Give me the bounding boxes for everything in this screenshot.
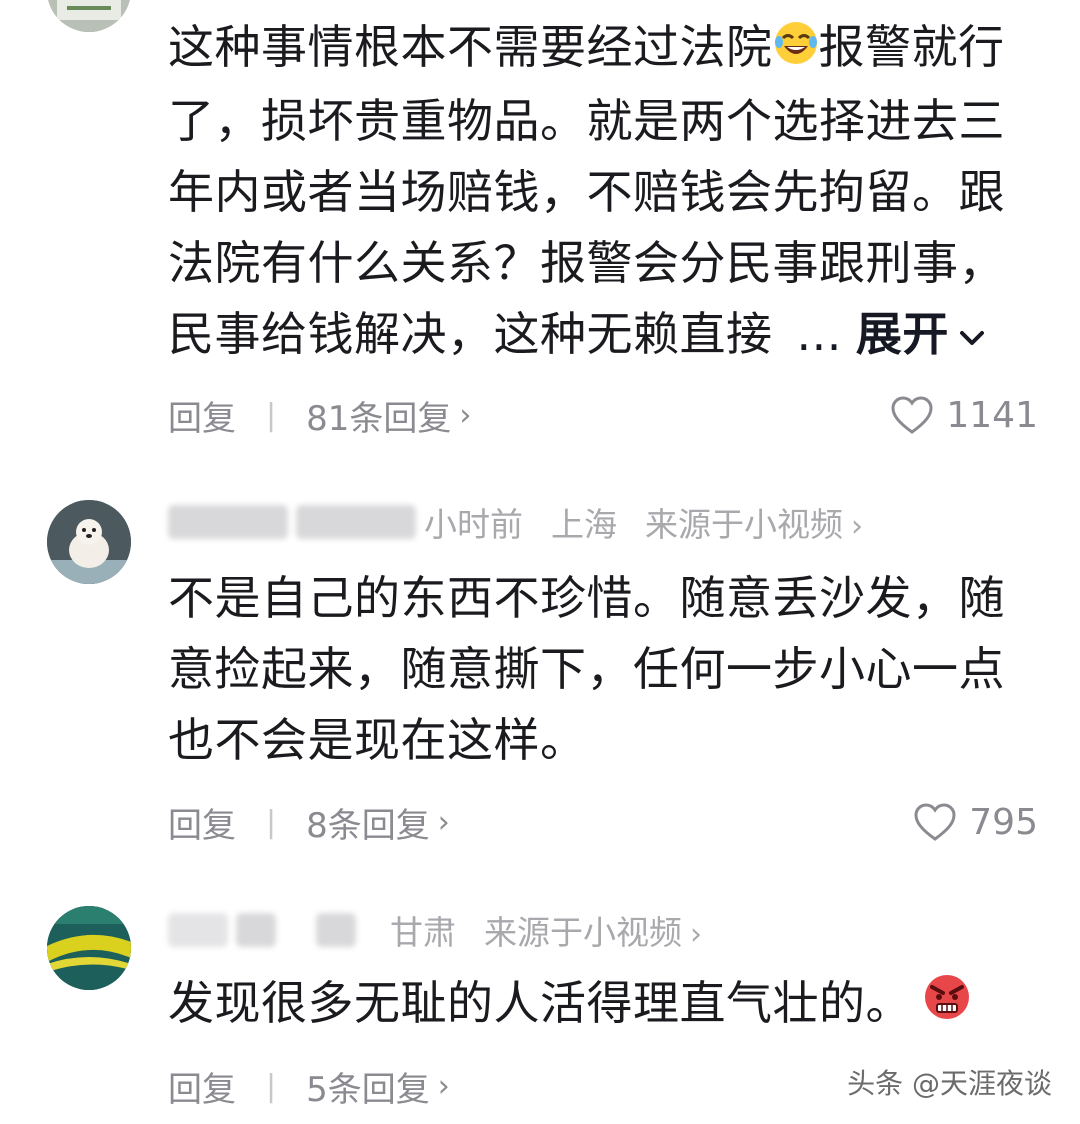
reply-button[interactable]: 回复 <box>168 391 236 440</box>
comment-meta: 甘肃 来源于小视频 › <box>168 905 702 955</box>
avatar[interactable] <box>47 906 131 990</box>
source-link[interactable]: 来源于小视频 › <box>645 498 863 546</box>
comment-location: 甘肃 <box>390 913 456 952</box>
source-label: 来源于小视频 <box>484 913 682 952</box>
source-label: 来源于小视频 <box>645 505 843 544</box>
username-redacted[interactable] <box>168 913 228 947</box>
comment-line: 意捡起来，随意撕下，任何一步小心一点 <box>168 642 1005 696</box>
comment-line-tail: 报警就行 <box>818 20 1005 74</box>
comment-line: 也不会是现在这样。 <box>168 713 587 767</box>
comment-line: 这种事情根本不需要经过法院 <box>168 20 773 74</box>
like-count: 1141 <box>946 394 1038 436</box>
divider: | <box>266 1068 277 1104</box>
comment-line: 年内或者当场赔钱，不赔钱会先拘留。跟 <box>168 165 1005 219</box>
view-replies-button[interactable]: 81条回复 › <box>306 391 471 440</box>
comment-actions: 回复 | 8条回复 › 795 <box>168 797 1038 847</box>
comment-location: 上海 <box>551 505 617 544</box>
ellipsis: ... <box>796 307 842 361</box>
chevron-right-icon: › <box>437 1068 450 1104</box>
angry-face-emoji-icon <box>922 971 972 1042</box>
username-redacted[interactable] <box>168 505 288 539</box>
comment-line: 法院有什么关系？报警会分民事跟刑事， <box>168 236 1005 290</box>
replies-count: 81条回复 <box>306 398 452 439</box>
expand-label: 展开 <box>855 307 949 361</box>
replies-count: 8条回复 <box>306 805 430 846</box>
chevron-right-icon: › <box>459 397 472 433</box>
avatar[interactable] <box>47 500 131 584</box>
source-link[interactable]: 来源于小视频 › <box>484 906 702 954</box>
comment-line: 不是自己的东西不珍惜。随意丢沙发，随 <box>168 571 1005 625</box>
avatar[interactable] <box>47 0 131 32</box>
username-redacted <box>296 505 416 539</box>
laughing-tears-emoji-icon <box>773 15 819 86</box>
chevron-down-icon <box>949 307 989 361</box>
reply-button[interactable]: 回复 <box>168 798 236 847</box>
comment-text: 发现很多无耻的人活得理直气壮的。 <box>168 968 1028 1042</box>
heart-icon <box>891 396 933 434</box>
chevron-right-icon: › <box>851 509 863 544</box>
comment-line: 发现很多无耻的人活得理直气壮的。 <box>168 976 912 1030</box>
view-replies-button[interactable]: 5条回复 › <box>306 1062 450 1111</box>
comment-meta: 小时前 上海 来源于小视频 › <box>168 497 863 547</box>
comment-line: 民事给钱解决，这种无赖直接 <box>168 307 773 361</box>
comment-line: 了，损坏贵重物品。就是两个选择进去三 <box>168 94 1005 148</box>
replies-count: 5条回复 <box>306 1069 430 1110</box>
divider: | <box>266 804 277 840</box>
divider: | <box>266 397 277 433</box>
comment-actions: 回复 | 81条回复 › 1141 <box>168 390 1038 440</box>
reply-button[interactable]: 回复 <box>168 1062 236 1111</box>
chevron-right-icon: › <box>437 804 450 840</box>
heart-icon <box>914 803 956 841</box>
username-redacted <box>236 913 276 947</box>
like-button[interactable]: 1141 <box>890 395 1038 436</box>
expand-button[interactable]: 展开 <box>856 307 989 361</box>
comment-time: 小时前 <box>424 505 523 544</box>
username-redacted <box>316 913 356 947</box>
comment-text: 不是自己的东西不珍惜。随意丢沙发，随 意捡起来，随意撕下，任何一步小心一点 也不… <box>168 563 1028 776</box>
view-replies-button[interactable]: 8条回复 › <box>306 798 450 847</box>
like-button[interactable]: 795 <box>913 802 1038 843</box>
watermark: 头条 @天涯夜谈 <box>847 1067 1052 1100</box>
chevron-right-icon: › <box>690 917 702 952</box>
like-count: 795 <box>969 801 1038 843</box>
comment-text: 这种事情根本不需要经过法院 报警就行 了，损坏贵重物品。就是两个选择进去三 年内或… <box>168 12 1028 370</box>
